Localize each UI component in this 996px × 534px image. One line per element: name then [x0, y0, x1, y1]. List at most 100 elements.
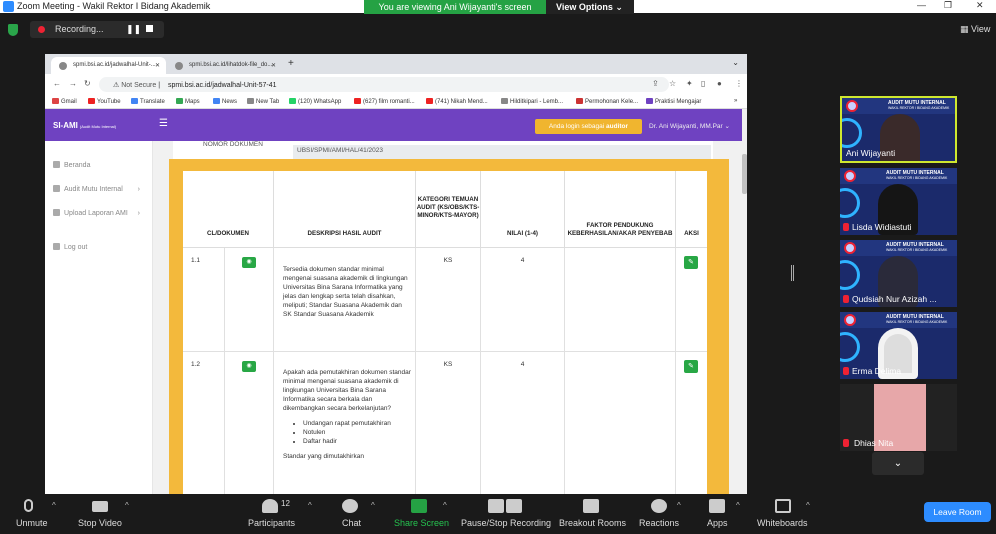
favicon-icon — [59, 62, 67, 70]
university-logo-icon — [844, 242, 856, 254]
eye-icon: ◉ — [246, 259, 252, 265]
stop-icon[interactable] — [146, 25, 153, 32]
col-header-nilai: NILAI (1-4) — [481, 171, 565, 248]
row-number: 1.2 — [183, 352, 225, 494]
participants-caret-icon[interactable]: ^ — [308, 501, 312, 510]
evidence-list: Undangan rapat pemutakhiran Notulen Daft… — [303, 419, 411, 446]
browser-tab-active[interactable]: spmi.bsi.ac.id/jadwalhal-Unit-... ✕ — [51, 57, 166, 74]
video-tile[interactable]: AUDIT MUTU INTERNAL WAKIL REKTOR I BIDANG… — [840, 96, 957, 163]
pencil-icon: ✎ — [688, 259, 694, 266]
extensions-icon[interactable]: ✦ — [686, 79, 693, 88]
sidebar-item-beranda[interactable]: Beranda — [53, 161, 148, 171]
bookmark-item[interactable]: News — [213, 98, 237, 105]
view-button[interactable]: ▦ View — [960, 24, 990, 35]
video-tile[interactable]: AUDIT MUTU INTERNAL WAKIL REKTOR I BIDANG… — [840, 312, 957, 379]
page-scrollbar[interactable] — [742, 109, 747, 494]
audio-options-caret-icon[interactable]: ^ — [52, 501, 56, 510]
row-number: 1.1 — [183, 248, 225, 352]
pause-recording-icon — [488, 499, 504, 513]
shared-browser-window: spmi.bsi.ac.id/jadwalhal-Unit-... ✕ spmi.… — [45, 54, 747, 494]
profile-icon[interactable]: ● — [717, 79, 722, 88]
participants-icon — [262, 499, 278, 513]
video-camera-icon — [92, 501, 108, 512]
panel-resize-handle[interactable] — [791, 265, 794, 281]
address-bar: ← → ↻ ⚠ Not Secure | spmi.bsi.ac.id/jadw… — [45, 74, 747, 95]
meeting-toolbar: Unmute ^ Stop Video ^ 12 Participants ^ … — [0, 494, 996, 534]
leave-room-button[interactable]: Leave Room — [924, 502, 991, 522]
breakout-rooms-icon — [583, 499, 599, 513]
bookmark-item[interactable]: New Tab — [247, 98, 279, 105]
share-caret-icon[interactable]: ^ — [443, 501, 447, 510]
url-input[interactable]: ⚠ Not Secure | spmi.bsi.ac.id/jadwalhal-… — [99, 77, 669, 92]
edit-button[interactable]: ✎ — [684, 256, 698, 269]
share-icon[interactable]: ⇪ — [652, 79, 659, 88]
minimize-icon[interactable]: — — [917, 0, 926, 10]
view-document-button[interactable]: ◉ — [242, 257, 256, 268]
video-tile[interactable]: AUDIT MUTU INTERNAL WAKIL REKTOR I BIDANG… — [840, 240, 957, 307]
audit-description-text: Apakah ada pemutakhiran dokumen standar … — [283, 369, 411, 412]
bookmarks-more-icon[interactable]: » — [734, 98, 737, 104]
sidebar-item-audit-mutu-internal[interactable]: Audit Mutu Internal › — [53, 185, 148, 195]
participant-name: Erma Delima — [852, 366, 902, 376]
tab-search-icon[interactable]: ⌄ — [732, 58, 739, 67]
user-menu[interactable]: Dr. Ani Wijayanti, MM.Par ⌄ — [649, 122, 730, 130]
back-icon[interactable]: ← — [53, 79, 61, 88]
edit-button[interactable]: ✎ — [684, 360, 698, 373]
video-options-caret-icon[interactable]: ^ — [125, 501, 129, 510]
bookmark-item[interactable]: (120) WhatsApp — [289, 98, 341, 105]
chat-caret-icon[interactable]: ^ — [371, 501, 375, 510]
view-document-button[interactable]: ◉ — [242, 361, 256, 372]
nomor-dokumen-label: NOMOR DOKUMEN — [203, 141, 263, 148]
app-brand[interactable]: SI-AMI (Audit Mutu Internal) — [53, 121, 116, 130]
favicon-icon — [175, 62, 183, 70]
bookmark-item[interactable]: YouTube — [88, 98, 121, 105]
main-content: NOMOR DOKUMEN UBSI/SPMI/AMI/HAL/41/2023 … — [153, 141, 742, 494]
hamburger-menu-icon[interactable]: ☰ — [159, 118, 168, 129]
menu-icon[interactable]: ⋮ — [735, 79, 743, 88]
faktor-cell — [565, 248, 676, 352]
bookmark-item[interactable]: Permohonan Kele... — [576, 98, 638, 105]
bookmark-item[interactable]: Gmail — [52, 98, 77, 105]
reactions-caret-icon[interactable]: ^ — [677, 501, 681, 510]
muted-mic-icon — [843, 439, 849, 447]
sidebar-item-upload-laporan[interactable]: Upload Laporan AMI › — [53, 209, 148, 219]
tab-close-icon[interactable]: ✕ — [155, 62, 160, 69]
table-cell: ◉ — [225, 352, 274, 494]
view-options-button[interactable]: View Options ⌄ — [546, 0, 634, 14]
sidepanel-icon[interactable]: ▯ — [701, 79, 705, 88]
star-icon[interactable]: ☆ — [669, 79, 676, 88]
browser-tab[interactable]: spmi.bsi.ac.id/lihatdok-file_do... ✕ — [167, 57, 282, 74]
chevron-right-icon: › — [137, 210, 140, 217]
video-tile[interactable]: Dhias Nita — [840, 384, 957, 451]
video-tile[interactable]: AUDIT MUTU INTERNAL WAKIL REKTOR I BIDANG… — [840, 168, 957, 235]
muted-mic-icon — [843, 367, 849, 375]
table-cell: ◉ — [225, 248, 274, 352]
close-icon[interactable]: ✕ — [976, 0, 984, 11]
reload-icon[interactable]: ↻ — [84, 79, 91, 88]
chevron-down-icon: ⌄ — [724, 123, 730, 130]
app-sidebar: Beranda Audit Mutu Internal › Upload Lapo… — [45, 141, 153, 494]
bookmark-item[interactable]: (627) film romanti... — [354, 98, 415, 105]
recording-bar: Recording... ❚❚ ▦ View — [0, 14, 996, 46]
zoom-logo-icon — [3, 1, 14, 12]
tab-close-icon[interactable]: ✕ — [271, 62, 276, 69]
pencil-icon: ✎ — [688, 363, 694, 370]
bookmark-item[interactable]: Hilditkipari - Lemb... — [501, 98, 563, 105]
gallery-scroll-down-button[interactable]: ⌄ — [872, 452, 924, 475]
scrollbar-thumb[interactable] — [742, 154, 747, 194]
sidebar-item-logout[interactable]: Log out — [53, 243, 148, 253]
bookmark-item[interactable]: Praktisi Mengajar — [646, 98, 701, 105]
forward-icon[interactable]: → — [69, 79, 77, 88]
warning-icon: ⚠ — [113, 82, 120, 89]
new-tab-icon[interactable]: + — [288, 58, 294, 69]
not-secure-label: Not Secure — [121, 82, 157, 89]
banner: AUDIT MUTU INTERNAL WAKIL REKTOR I BIDANG… — [840, 312, 957, 328]
bookmark-item[interactable]: Maps — [176, 98, 200, 105]
bookmark-item[interactable]: (741) Nikah Mend... — [426, 98, 488, 105]
banner: AUDIT MUTU INTERNAL WAKIL REKTOR I BIDANG… — [842, 98, 955, 114]
pause-icon[interactable]: ❚❚ — [126, 24, 141, 35]
apps-caret-icon[interactable]: ^ — [736, 501, 740, 510]
restore-icon[interactable]: ❐ — [944, 0, 952, 11]
bookmark-item[interactable]: Translate — [131, 98, 165, 105]
whiteboards-caret-icon[interactable]: ^ — [806, 501, 810, 510]
